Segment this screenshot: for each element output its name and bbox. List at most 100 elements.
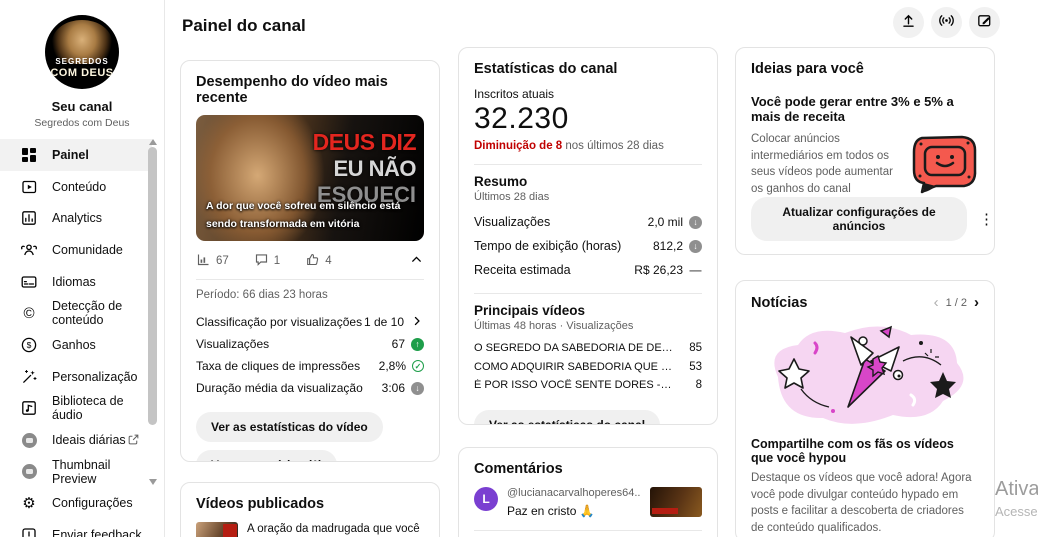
news-headline: Compartilhe com os fãs os vídeos que voc… (751, 437, 954, 465)
comment-item[interactable]: L @lucianacarvalhoperes64... • 1 hora ..… (474, 487, 702, 518)
comments-card: Comentários L @lucianacarvalhoperes64...… (458, 447, 718, 537)
sidebar-item-label: Ganhos (52, 337, 96, 352)
update-ad-settings-button[interactable]: Atualizar configurações de anúncios (751, 197, 967, 241)
top-video-row[interactable]: É POR ISSO VOCÊ SENTE DORES - ENTENDA ES… (474, 376, 702, 395)
thumbs-up-icon (305, 252, 320, 270)
trend-down-icon: ↓ (689, 239, 702, 253)
summary-value: 2,0 mil (647, 215, 683, 229)
summary-title: Resumo (474, 174, 528, 189)
windows-activation-watermark: Ativa Acesse (995, 478, 1038, 519)
see-comments-button[interactable]: Ver comentários (1) (196, 450, 338, 461)
sidebar-item-thumbnail-preview[interactable]: Thumbnail Preview (0, 456, 152, 488)
watermark-line2: Acesse (995, 504, 1038, 519)
thumbnail-title-line1: DEUS DIZ (312, 129, 417, 155)
scroll-up-arrow[interactable] (149, 139, 157, 145)
channel-stats-card: Estatísticas do canal Inscritos atuais 3… (458, 47, 718, 425)
card-title: Comentários (474, 461, 563, 477)
news-pager: ‹ 1 / 2 › (934, 294, 979, 311)
sidebar-item-analytics[interactable]: Analytics (0, 202, 152, 234)
metric-value: 2,8% (378, 359, 406, 373)
sidebar-item-label: Biblioteca de áudio (52, 394, 124, 423)
metric-label: Classificação por visualizações (196, 315, 363, 329)
sidebar-item-idiomas[interactable]: Idiomas (0, 266, 152, 298)
sidebar-item-painel[interactable]: Painel (0, 139, 152, 171)
hype-celebration-illustration (774, 325, 964, 424)
news-card: Notícias ‹ 1 / 2 › Compartilhe com os fã… (735, 280, 995, 537)
metric-row-ranking[interactable]: Classificação por visualizações 1 de 10 (196, 311, 424, 333)
video-analytics-button[interactable]: Ver as estatísticas do vídeo (196, 412, 383, 442)
period-label: Período: 66 dias 23 horas (196, 289, 328, 301)
likes-count: 4 (325, 255, 332, 267)
sidebar-item-personalizacao[interactable]: Personalização (0, 361, 152, 393)
sidebar-item-conteudo[interactable]: Conteúdo (0, 171, 152, 203)
scroll-down-arrow[interactable] (149, 479, 157, 485)
top-videos-title: Principais vídeos (474, 303, 586, 318)
metric-row-ctr: Taxa de cliques de impressões 2,8% ✓ (196, 355, 424, 377)
summary-value: R$ 26,23 (634, 263, 683, 277)
news-body: Destaque os vídeos que você adora! Agora… (751, 472, 972, 535)
analytics-icon (20, 209, 38, 227)
top-video-views: 8 (695, 379, 702, 392)
sidebar-item-label: Configurações (52, 496, 133, 511)
upload-video-button[interactable] (893, 7, 924, 38)
delta-period: nos últimos 28 dias (562, 140, 664, 152)
card-title: Notícias (751, 294, 808, 311)
views-chart-icon (196, 252, 211, 270)
extension-icon (20, 431, 38, 449)
summary-label: Visualizações (474, 215, 551, 229)
sidebar-item-label: Ideais diárias (52, 433, 126, 448)
sidebar-item-deteccao[interactable]: © Detecção de conteúdo (0, 297, 152, 329)
ideas-body: Colocar anúncios intermediários em todos… (751, 133, 893, 196)
sidebar-item-ideais-diarias[interactable]: Ideais diárias (0, 424, 152, 456)
go-live-button[interactable] (931, 7, 962, 38)
top-video-row[interactable]: COMO ADQUIRIR SABEDORIA QUE VEM DE DEUS … (474, 358, 702, 377)
commenter-avatar: L (474, 487, 498, 511)
sidebar-item-biblioteca-audio[interactable]: Biblioteca de áudio (0, 393, 152, 425)
top-video-title: COMO ADQUIRIR SABEDORIA QUE VEM DE DEUS (474, 360, 674, 373)
latest-video-performance-card: Desempenho do vídeo mais recente DEUS DI… (180, 60, 440, 462)
sidebar-nav: Painel Conteúdo Analytics Comunidade Idi… (0, 139, 152, 537)
topbar-actions (893, 7, 1000, 38)
avatar-text-line1: SEGREDOS (55, 57, 109, 66)
card-title: Estatísticas do canal (474, 61, 618, 77)
create-post-button[interactable] (969, 7, 1000, 38)
channel-name: Segredos com Deus (34, 117, 130, 129)
ad-sticker-illustration (908, 130, 980, 203)
comment-author[interactable]: @lucianacarvalhoperes64... (507, 487, 641, 499)
published-video-item[interactable]: A oração da madrugada que você fez em se… (196, 522, 424, 537)
avatar-text-line2: COM DEUS (50, 67, 114, 79)
sidebar-scrollbar[interactable] (147, 139, 158, 537)
top-videos-subtitle: Últimas 48 horas · Visualizações (474, 320, 634, 332)
sidebar-item-enviar-feedback[interactable]: Enviar feedback (0, 519, 152, 537)
sidebar-item-ganhos[interactable]: $ Ganhos (0, 329, 152, 361)
svg-text:$: $ (27, 340, 32, 350)
channel-analytics-button[interactable]: Ver as estatísticas do canal (474, 409, 661, 424)
sidebar-item-configuracoes[interactable]: ⚙ Configurações (0, 488, 152, 520)
collapse-chevron-icon[interactable] (409, 252, 424, 270)
kebab-menu-icon[interactable]: ⋮ (979, 210, 994, 228)
summary-subtitle: Últimos 28 dias (474, 191, 550, 203)
subtitles-icon (20, 273, 38, 291)
prev-page-chevron-icon[interactable]: ‹ (934, 294, 939, 311)
upload-icon (900, 12, 917, 34)
ideas-headline: Você pode gerar entre 3% e 5% a mais de … (751, 94, 954, 124)
sidebar-item-label: Comunidade (52, 242, 123, 257)
top-video-row[interactable]: O SEGREDO DA SABEDORIA DE DEUS QUE POUCO… (474, 339, 702, 358)
audio-library-icon (20, 399, 38, 417)
thumbnail-caption: A dor que você sofreu em silêncio está se… (206, 200, 401, 230)
latest-video-thumbnail[interactable]: DEUS DIZ EU NÃO ESQUECI A dor que você s… (196, 115, 424, 241)
channel-avatar[interactable]: SEGREDOS COM DEUS (45, 15, 119, 89)
summary-label: Tempo de exibição (horas) (474, 239, 622, 253)
watermark-line1: Ativa (995, 478, 1038, 500)
sidebar: SEGREDOS COM DEUS Seu canal Segredos com… (0, 0, 165, 537)
your-channel-label: Seu canal (51, 99, 113, 114)
sidebar-item-label: Analytics (52, 211, 103, 226)
summary-row-revenue: Receita estimada R$ 26,23 — (474, 258, 702, 282)
scrollbar-thumb[interactable] (148, 147, 157, 425)
copyright-icon: © (23, 304, 35, 322)
comment-meta: @lucianacarvalhoperes64... • 1 hora ... (507, 487, 641, 499)
sidebar-item-comunidade[interactable]: Comunidade (0, 234, 152, 266)
next-page-chevron-icon[interactable]: › (974, 294, 979, 311)
metric-label: Taxa de cliques de impressões (196, 359, 361, 373)
sidebar-item-label: Conteúdo (52, 179, 107, 194)
